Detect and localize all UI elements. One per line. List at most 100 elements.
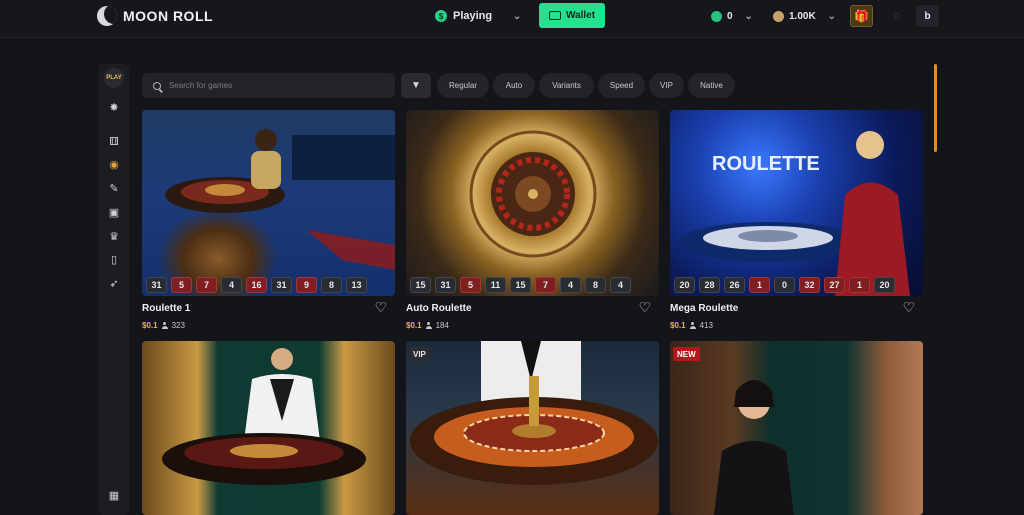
top-bar: MOON ROLL $ Playing ⌄ Wallet 0 ⌄ 1.00K ⌄… (0, 0, 1024, 38)
user-avatar[interactable]: b (916, 5, 939, 27)
game-thumbnail[interactable]: NEW (670, 341, 923, 515)
coin-balance-dropdown[interactable]: 1.00K ⌄ (773, 6, 837, 26)
result-number: 20 (874, 277, 895, 293)
min-bet: $0.1 (670, 321, 686, 330)
wallet-label: Wallet (565, 10, 596, 21)
result-number: 5 (171, 277, 192, 293)
moon-logo-icon (97, 6, 117, 26)
gem-balance-dropdown[interactable]: 0 ⌄ (711, 6, 754, 26)
search-bar (142, 73, 395, 98)
result-number: 4 (610, 277, 631, 293)
grid-icon[interactable]: ▦ (108, 490, 120, 502)
min-bet: $0.1 (406, 321, 422, 330)
result-number: 15 (510, 277, 531, 293)
result-number: 15 (410, 277, 431, 293)
playing-label: Playing (453, 10, 493, 22)
game-meta: $0.1 184 (406, 321, 449, 330)
new-badge: NEW (673, 347, 700, 361)
search-input[interactable] (169, 81, 369, 90)
roulette-scene (469, 130, 597, 258)
result-number: 31 (146, 277, 167, 293)
result-number: 31 (435, 277, 456, 293)
player-count: 323 (171, 321, 185, 330)
game-thumbnail[interactable]: VIP (406, 341, 659, 515)
game-meta: $0.1 413 (670, 321, 713, 330)
gift-button[interactable]: 🎁 (850, 5, 873, 27)
dollar-icon: $ (435, 10, 447, 22)
filter-chip-variants[interactable]: Variants (539, 73, 594, 98)
spaceship-icon[interactable]: ✸ (108, 102, 120, 114)
coin-icon (773, 10, 784, 22)
wand-icon[interactable]: ✎ (108, 183, 120, 195)
players-icon (161, 322, 168, 329)
trophy-icon[interactable]: ♛ (108, 231, 120, 243)
heart-icon[interactable]: ♡ (638, 300, 651, 314)
result-number: 1 (749, 277, 770, 293)
play-icon[interactable]: PLAY (104, 68, 124, 88)
game-title: Auto Roulette (406, 303, 472, 314)
result-number: 31 (271, 277, 292, 293)
players-icon (689, 322, 696, 329)
vip-badge: VIP (409, 347, 430, 361)
chevron-down-icon: ⌄ (827, 10, 836, 22)
gem-icon (711, 10, 722, 22)
result-number: 1 (849, 277, 870, 293)
wallet-icon (548, 11, 561, 20)
chat-icon: ◌ (893, 10, 900, 22)
roulette-scene (165, 129, 395, 270)
filter-chip-regular[interactable]: Regular (437, 73, 489, 98)
result-number: 26 (724, 277, 745, 293)
search-icon (153, 81, 161, 90)
players-icon (425, 322, 432, 329)
result-number: 27 (824, 277, 845, 293)
chat-button[interactable]: ◌ (885, 5, 908, 27)
results-bar: 31 5 7 4 16 31 9 8 13 (146, 277, 367, 293)
chevron-down-icon: ⌄ (744, 10, 753, 22)
game-thumbnail[interactable]: ROULETTE 20 28 26 1 0 32 27 1 20 (670, 110, 923, 296)
result-number: 20 (674, 277, 695, 293)
game-thumbnail[interactable]: 15 31 5 11 15 7 4 8 4 (406, 110, 659, 296)
rocket-icon[interactable]: ➶ (108, 278, 120, 290)
results-bar: 20 28 26 1 0 32 27 1 20 (674, 277, 895, 293)
wallet-button[interactable]: Wallet (539, 3, 605, 28)
result-number: 8 (321, 277, 342, 293)
result-number: 13 (346, 277, 367, 293)
playing-dropdown[interactable]: $ Playing ⌄ (435, 5, 522, 27)
result-number: 32 (799, 277, 820, 293)
result-number: 8 (585, 277, 606, 293)
roulette-scene: ROULETTE (678, 131, 910, 296)
filter-chip-native[interactable]: Native (688, 73, 735, 98)
filter-button[interactable]: ▼ (401, 73, 431, 98)
cards-icon[interactable]: ▣ (108, 207, 120, 219)
game-title: Roulette 1 (142, 303, 191, 314)
player-count: 184 (435, 321, 449, 330)
brand-name: MOON ROLL (123, 8, 214, 24)
game-meta: $0.1 323 (142, 321, 185, 330)
game-thumbnail[interactable] (142, 341, 395, 515)
filter-chip-speed[interactable]: Speed (598, 73, 645, 98)
roulette-scene (714, 380, 794, 515)
filter-chip-vip[interactable]: VIP (649, 73, 684, 98)
result-number: 28 (699, 277, 720, 293)
game-thumbnail[interactable]: 31 5 7 4 16 31 9 8 13 (142, 110, 395, 296)
chip-icon[interactable]: ◉ (108, 159, 120, 171)
heart-icon[interactable]: ♡ (374, 300, 387, 314)
result-number: 16 (246, 277, 267, 293)
result-number: 4 (560, 277, 581, 293)
filter-chip-auto[interactable]: Auto (493, 73, 535, 98)
result-number: 5 (460, 277, 481, 293)
coin-balance: 1.00K (789, 10, 816, 22)
dice-icon[interactable]: ⚅ (108, 136, 120, 148)
min-bet: $0.1 (142, 321, 158, 330)
roulette-scene (162, 348, 366, 485)
card-icon[interactable]: ▯ (108, 254, 120, 266)
scrollbar-thumb[interactable] (934, 64, 937, 152)
funnel-icon: ▼ (411, 80, 421, 91)
svg-text:ROULETTE: ROULETTE (712, 153, 820, 175)
heart-icon[interactable]: ♡ (902, 300, 915, 314)
result-number: 7 (535, 277, 556, 293)
brand-logo[interactable]: MOON ROLL (97, 6, 213, 26)
result-number: 0 (774, 277, 795, 293)
sidebar: PLAY ✸ ⚅ ◉ ✎ ▣ ♛ ▯ ➶ ▦ (99, 64, 129, 515)
result-number: 9 (296, 277, 317, 293)
